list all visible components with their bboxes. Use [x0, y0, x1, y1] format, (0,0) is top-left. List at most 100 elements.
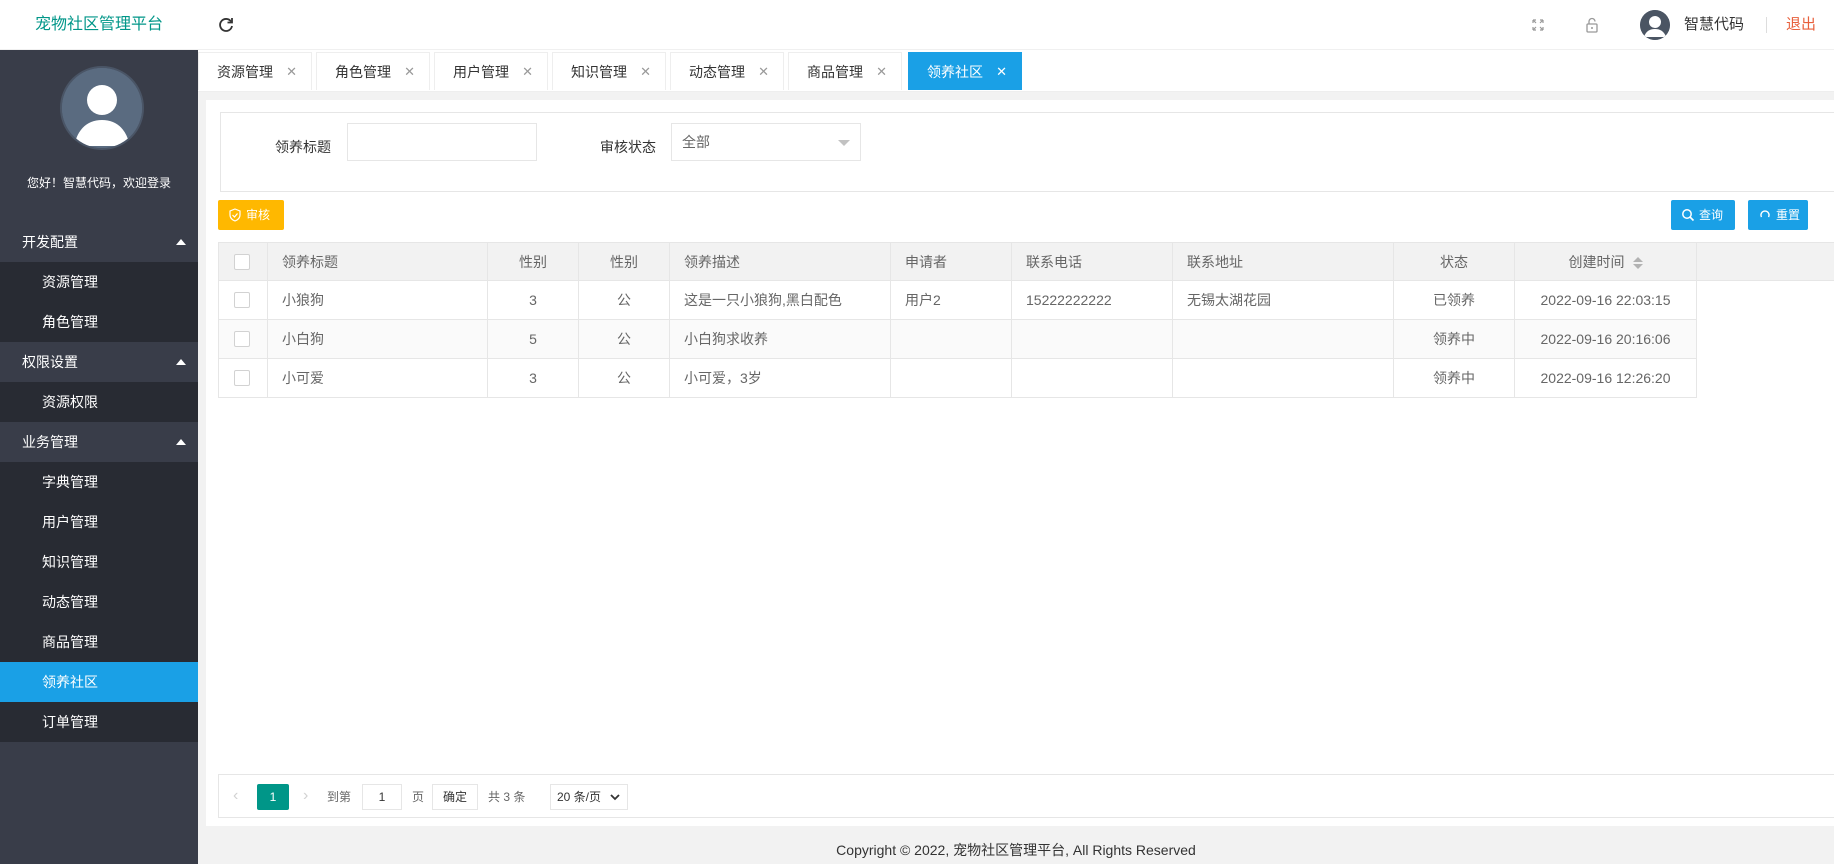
- cell-title: 小可爱: [268, 359, 488, 397]
- cell-status: 领养中: [1394, 320, 1515, 358]
- table-row[interactable]: 小可爱 3 公 小可爱，3岁 领养中 2022-09-16 12:26:20: [218, 359, 1697, 398]
- column-header-title[interactable]: 领养标题: [268, 243, 488, 281]
- column-header-created-time[interactable]: 创建时间: [1515, 243, 1697, 281]
- column-header-age[interactable]: 性别: [488, 243, 579, 281]
- menu-group-business-management[interactable]: 业务管理: [0, 422, 198, 462]
- menu-group-permission-settings[interactable]: 权限设置: [0, 342, 198, 382]
- row-checkbox[interactable]: [234, 370, 250, 386]
- reset-icon: [1760, 210, 1770, 218]
- close-icon[interactable]: ✕: [640, 53, 651, 91]
- caret-up-icon: [176, 439, 186, 445]
- audit-button[interactable]: 审核: [218, 200, 284, 230]
- welcome-text: 您好！智慧代码，欢迎登录: [26, 176, 171, 190]
- title-filter-label: 领养标题: [275, 139, 331, 155]
- tab-user-management[interactable]: 用户管理 ✕: [434, 52, 548, 90]
- current-page[interactable]: 1: [257, 784, 289, 810]
- close-icon[interactable]: ✕: [996, 53, 1007, 91]
- sidebar-item-posts[interactable]: 动态管理: [0, 582, 198, 622]
- tab-resource-management[interactable]: 资源管理 ✕: [198, 52, 312, 90]
- cell-age: 3: [488, 359, 579, 397]
- tab-label: 商品管理: [807, 64, 863, 80]
- next-page-icon[interactable]: ›: [303, 787, 308, 805]
- tab-knowledge-management[interactable]: 知识管理 ✕: [552, 52, 666, 90]
- shield-check-icon: [229, 208, 241, 222]
- sidebar-item-role-management[interactable]: 角色管理: [0, 302, 198, 342]
- goto-confirm-button[interactable]: 确定: [432, 784, 478, 810]
- cell-phone: [1012, 320, 1173, 358]
- tab-post-management[interactable]: 动态管理 ✕: [670, 52, 784, 90]
- tab-role-management[interactable]: 角色管理 ✕: [316, 52, 430, 90]
- menu-group-label: 业务管理: [22, 434, 78, 450]
- audit-button-label: 审核: [246, 208, 271, 222]
- lock-icon[interactable]: [1582, 15, 1602, 35]
- sidebar-item-adoption[interactable]: 领养社区: [0, 662, 198, 702]
- row-checkbox[interactable]: [234, 292, 250, 308]
- sidebar-item-knowledge[interactable]: 知识管理: [0, 542, 198, 582]
- column-header-phone[interactable]: 联系电话: [1012, 243, 1173, 281]
- close-icon[interactable]: ✕: [404, 53, 415, 91]
- footer-copyright: Copyright © 2022, 宠物社区管理平台, All Rights R…: [836, 842, 1196, 858]
- cell-age: 3: [488, 281, 579, 319]
- caret-up-icon: [176, 359, 186, 365]
- status-filter-value: 全部: [682, 134, 710, 150]
- sidebar-item-dictionary[interactable]: 字典管理: [0, 462, 198, 502]
- cell-applicant: 用户2: [891, 281, 1012, 319]
- column-header-gender[interactable]: 性别: [579, 243, 670, 281]
- pagination: ‹ 1 › 到第 1 页 确定 共 3 条 20 条/页: [218, 774, 1834, 818]
- cell-status: 已领养: [1394, 281, 1515, 319]
- sidebar-item-products[interactable]: 商品管理: [0, 622, 198, 662]
- app-logo-title[interactable]: 宠物社区管理平台: [0, 0, 198, 50]
- title-filter-input[interactable]: [347, 123, 537, 161]
- column-header-applicant[interactable]: 申请者: [891, 243, 1012, 281]
- logout-link[interactable]: 退出: [1786, 0, 1816, 50]
- sidebar-item-resource-permission[interactable]: 资源权限: [0, 382, 198, 422]
- query-button[interactable]: 查询: [1671, 200, 1735, 230]
- select-all-checkbox[interactable]: [234, 254, 250, 270]
- user-avatar[interactable]: [1640, 10, 1670, 40]
- table-row[interactable]: 小狼狗 3 公 这是一只小狼狗,黑白配色 用户2 15222222222 无锡太…: [218, 281, 1697, 320]
- table-row[interactable]: 小白狗 5 公 小白狗求收养 领养中 2022-09-16 20:16:06: [218, 320, 1697, 359]
- sidebar-item-users[interactable]: 用户管理: [0, 502, 198, 542]
- status-filter-select[interactable]: 全部: [671, 123, 861, 161]
- close-icon[interactable]: ✕: [286, 53, 297, 91]
- caret-up-icon: [176, 239, 186, 245]
- search-form: 领养标题 审核状态 全部: [220, 112, 1834, 192]
- header-select-cell: [219, 243, 268, 281]
- close-icon[interactable]: ✕: [758, 53, 769, 91]
- cell-created-time: 2022-09-16 20:16:06: [1515, 320, 1697, 358]
- page-size-select[interactable]: 20 条/页: [550, 784, 628, 810]
- cell-phone: [1012, 359, 1173, 397]
- search-icon: [1682, 209, 1695, 222]
- column-header-address[interactable]: 联系地址: [1173, 243, 1394, 281]
- tab-label: 动态管理: [689, 64, 745, 80]
- cell-title: 小狼狗: [268, 281, 488, 319]
- reset-button[interactable]: 重置: [1748, 200, 1808, 230]
- column-header-description[interactable]: 领养描述: [670, 243, 891, 281]
- cell-address: [1173, 359, 1394, 397]
- column-header-status[interactable]: 状态: [1394, 243, 1515, 281]
- table-header: 领养标题 性别 性别 领养描述 申请者 联系电话 联系地址 状态 创建时间: [218, 242, 1834, 281]
- menu-group-label: 权限设置: [22, 354, 78, 370]
- cell-address: [1173, 320, 1394, 358]
- cell-status: 领养中: [1394, 359, 1515, 397]
- cell-age: 5: [488, 320, 579, 358]
- close-icon[interactable]: ✕: [876, 53, 887, 91]
- tab-adoption-community[interactable]: 领养社区 ✕: [908, 52, 1022, 90]
- dropdown-arrow-icon: [838, 140, 850, 146]
- sidebar-item-orders[interactable]: 订单管理: [0, 702, 198, 742]
- menu-group-dev-config[interactable]: 开发配置: [0, 222, 198, 262]
- tab-label: 资源管理: [217, 64, 273, 80]
- cell-applicant: [891, 359, 1012, 397]
- sort-icon[interactable]: [1632, 257, 1643, 270]
- username[interactable]: 智慧代码: [1684, 0, 1744, 50]
- prev-page-icon[interactable]: ‹: [233, 787, 238, 805]
- close-icon[interactable]: ✕: [522, 53, 533, 91]
- row-checkbox[interactable]: [234, 331, 250, 347]
- tab-label: 角色管理: [335, 64, 391, 80]
- goto-page-input[interactable]: 1: [362, 784, 402, 810]
- tab-label: 知识管理: [571, 64, 627, 80]
- tab-product-management[interactable]: 商品管理 ✕: [788, 52, 902, 90]
- fullscreen-icon[interactable]: [1528, 15, 1548, 35]
- refresh-icon[interactable]: [216, 15, 236, 35]
- sidebar-item-resource-management[interactable]: 资源管理: [0, 262, 198, 302]
